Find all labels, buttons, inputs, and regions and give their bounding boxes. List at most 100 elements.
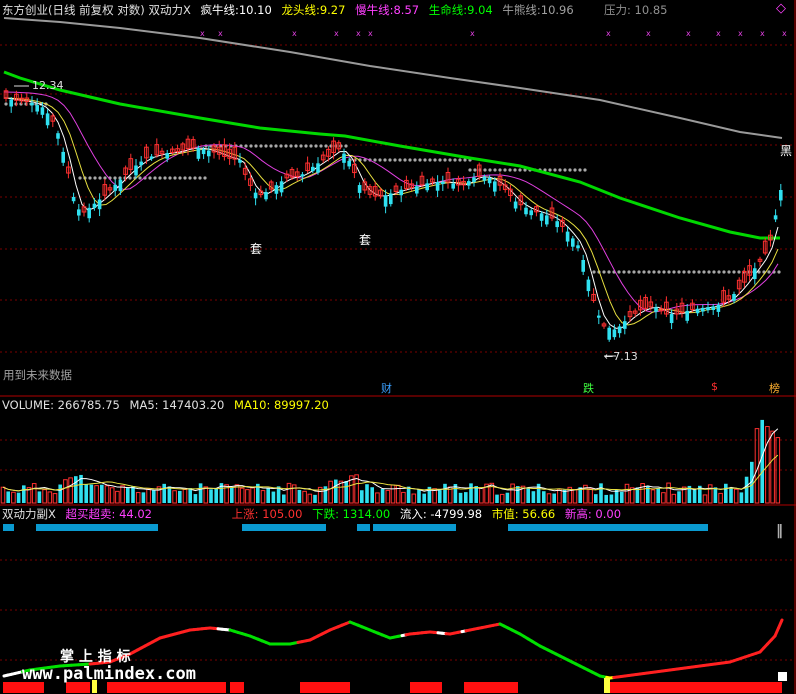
- pressure-dot: [249, 144, 253, 148]
- volume-bar-up: [702, 494, 708, 504]
- candle-body-down: [706, 307, 710, 311]
- volume-bar-down: [604, 494, 608, 503]
- pressure-dot: [662, 270, 666, 274]
- candle-body-down: [35, 105, 39, 112]
- pressure-dot: [737, 270, 741, 274]
- pressure-dot: [657, 270, 661, 274]
- pressure-dot: [418, 158, 422, 162]
- pressure-dot: [498, 168, 502, 172]
- signal-bar-red: [606, 682, 782, 693]
- volume-bars: [0, 419, 781, 504]
- candle-body-down: [467, 181, 471, 186]
- pressure-dot: [563, 168, 567, 172]
- pressure-dot: [637, 270, 641, 274]
- candle-body-down: [274, 185, 279, 194]
- volume-bar-up: [338, 480, 344, 504]
- x-mark: x: [368, 29, 373, 38]
- pressure-dot: [324, 144, 328, 148]
- candle-body-down: [253, 192, 258, 199]
- pressure-dot: [493, 168, 497, 172]
- candle-body-down: [695, 308, 700, 314]
- volume-bar-down: [178, 490, 182, 503]
- overbought-band: [3, 524, 14, 531]
- pressure-dot: [299, 144, 303, 148]
- candle-body-down: [524, 207, 528, 215]
- pressure-dot: [423, 158, 427, 162]
- low-price-label: ←7.13: [604, 350, 638, 363]
- pressure-dot: [483, 168, 487, 172]
- right-label: 黑: [780, 144, 793, 158]
- pause-icon[interactable]: ‖: [776, 524, 783, 538]
- x-mark: x: [716, 29, 721, 38]
- candle-body-down: [165, 153, 169, 159]
- tao-mark-2: 套: [359, 233, 372, 247]
- volume-bar-down: [760, 419, 764, 503]
- volume-bar-down: [360, 490, 364, 503]
- candle-body-down: [61, 151, 65, 163]
- signal-bar-yellow: [604, 678, 610, 693]
- candle-body-down: [487, 177, 492, 184]
- volume-bar-up: [401, 491, 406, 504]
- pressure-dot: [264, 144, 268, 148]
- volume-bar-down: [162, 483, 166, 503]
- volume-bar-down: [552, 493, 556, 503]
- pressure-dot: [128, 176, 132, 180]
- pressure-dot: [254, 144, 258, 148]
- volume-bar-down: [214, 487, 218, 503]
- pressure-dot: [518, 168, 522, 172]
- future-data-note: 用到未来数据: [3, 368, 72, 382]
- candle-body-down: [716, 304, 721, 312]
- pressure-dot: [558, 168, 562, 172]
- pressure-dot: [692, 270, 696, 274]
- pressure-dot: [687, 270, 691, 274]
- candle-body-down: [701, 307, 705, 312]
- volume-bar-down: [594, 494, 598, 503]
- volume-bar-up: [146, 488, 151, 504]
- x-mark: x: [646, 29, 651, 38]
- pressure-dot: [148, 176, 152, 180]
- volume-bar-down: [542, 491, 546, 503]
- price-header: 东方创业(日线 前复权 对数) 双动力X 疯牛线:10.10 龙头线:9.27 …: [2, 3, 580, 17]
- signal-square-white: [778, 672, 787, 681]
- volume-bar-up: [135, 492, 141, 504]
- x-mark: x: [356, 29, 361, 38]
- pressure-dot: [488, 168, 492, 172]
- pressure-dot: [403, 158, 407, 162]
- candle-body-down: [56, 133, 60, 139]
- volume-bar-up: [203, 486, 209, 504]
- pressure-dot: [284, 144, 288, 148]
- pressure-dot: [158, 176, 162, 180]
- pressure-dot: [294, 144, 298, 148]
- volume-ma10: MA10: 89997.20: [234, 398, 329, 412]
- candle-body-down: [581, 260, 585, 272]
- pressure-dot: [279, 144, 283, 148]
- candle-body-down: [9, 99, 13, 107]
- volume-bar-up: [109, 487, 115, 504]
- candle-body-down: [92, 203, 97, 209]
- pressure-dot: [408, 158, 412, 162]
- candle-body-down: [300, 174, 305, 177]
- volume-bar-up: [68, 477, 73, 504]
- pressure-dot: [319, 144, 323, 148]
- volume-bar-down: [193, 494, 198, 503]
- candlesticks: [3, 88, 783, 342]
- tag-dollar: $: [711, 380, 718, 393]
- x-mark: x: [334, 29, 339, 38]
- volume-bar-down: [729, 487, 733, 503]
- pressure-dot: [428, 158, 432, 162]
- volume-bar-up: [260, 490, 266, 504]
- candle-body-down: [40, 107, 45, 115]
- candle-body-down: [555, 221, 559, 228]
- x-mark: x: [606, 29, 611, 38]
- header-item-3: 生命线:9.04: [428, 3, 493, 17]
- pressure-dot: [458, 158, 462, 162]
- candle-body-down: [196, 148, 201, 159]
- x-mark: x: [686, 29, 691, 38]
- pressure-label: 压力: 10.85: [604, 3, 668, 17]
- candle-body-down: [669, 314, 674, 324]
- pressure-dot: [553, 168, 557, 172]
- volume-bar-down: [505, 492, 510, 503]
- price-arrows: [14, 85, 616, 357]
- diamond-icon[interactable]: ◇: [776, 2, 786, 16]
- volume-bar-up: [42, 489, 47, 504]
